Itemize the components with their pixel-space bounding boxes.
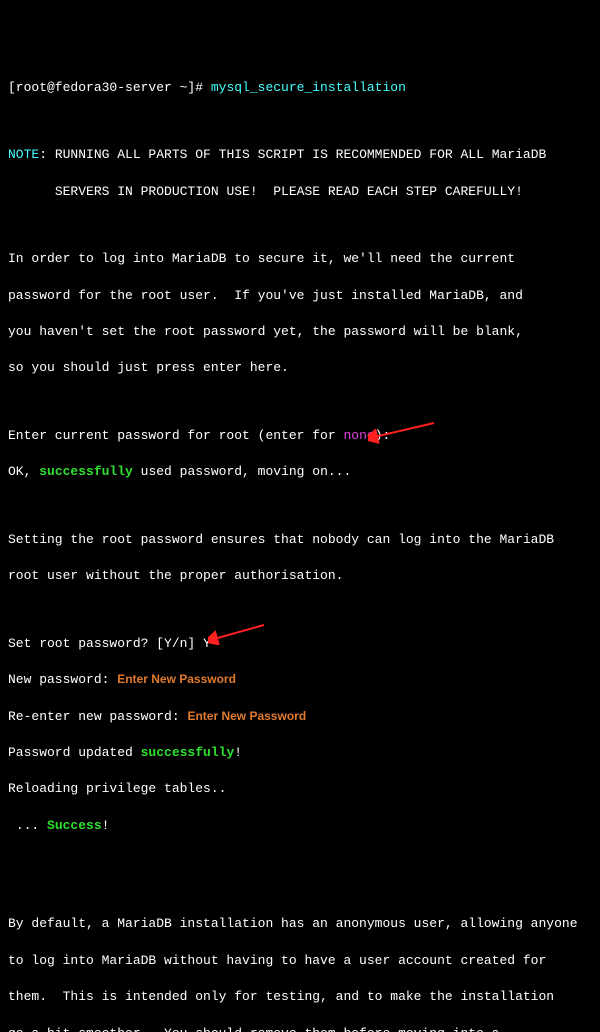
new-password-line: New password: Enter New Password [8, 671, 592, 689]
annotation-text: Enter New Password [187, 709, 306, 723]
note-label: NOTE [8, 147, 39, 162]
intro-line-1: In order to log into MariaDB to secure i… [8, 250, 592, 268]
success-text: Success [47, 818, 102, 833]
shell-prompt: [root@fedora30-server ~]# [8, 80, 211, 95]
password-updated-line: Password updated successfully! [8, 744, 592, 762]
note-line-2: SERVERS IN PRODUCTION USE! PLEASE READ E… [8, 183, 592, 201]
reloading-line: Reloading privilege tables.. [8, 780, 592, 798]
reenter-password-line: Re-enter new password: Enter New Passwor… [8, 708, 592, 726]
enter-password-line: Enter current password for root (enter f… [8, 427, 592, 445]
ok-line: OK, successfully used password, moving o… [8, 463, 592, 481]
annotation-text: Enter New Password [117, 672, 236, 686]
arrow-icon [208, 623, 268, 645]
success-text: successfully [141, 745, 235, 760]
intro-line-2: password for the root user. If you've ju… [8, 287, 592, 305]
success-text: successfully [39, 464, 133, 479]
intro-line-4: so you should just press enter here. [8, 359, 592, 377]
anon-line-2: to log into MariaDB without having to ha… [8, 952, 592, 970]
anon-line-3: them. This is intended only for testing,… [8, 988, 592, 1006]
prompt-line: [root@fedora30-server ~]# mysql_secure_i… [8, 79, 592, 97]
intro-line-3: you haven't set the root password yet, t… [8, 323, 592, 341]
anon-line-1: By default, a MariaDB installation has a… [8, 915, 592, 933]
set-root-question: Set root password? [Y/n] Y [8, 635, 592, 653]
anon-line-4: go a bit smoother. You should remove the… [8, 1025, 592, 1032]
setting-line-2: root user without the proper authorisati… [8, 567, 592, 585]
setting-line-1: Setting the root password ensures that n… [8, 531, 592, 549]
shell-command: mysql_secure_installation [211, 80, 406, 95]
none-text: none [343, 428, 374, 443]
note-line-1: NOTE: RUNNING ALL PARTS OF THIS SCRIPT I… [8, 146, 592, 164]
reload-success-line: ... Success! [8, 817, 592, 835]
